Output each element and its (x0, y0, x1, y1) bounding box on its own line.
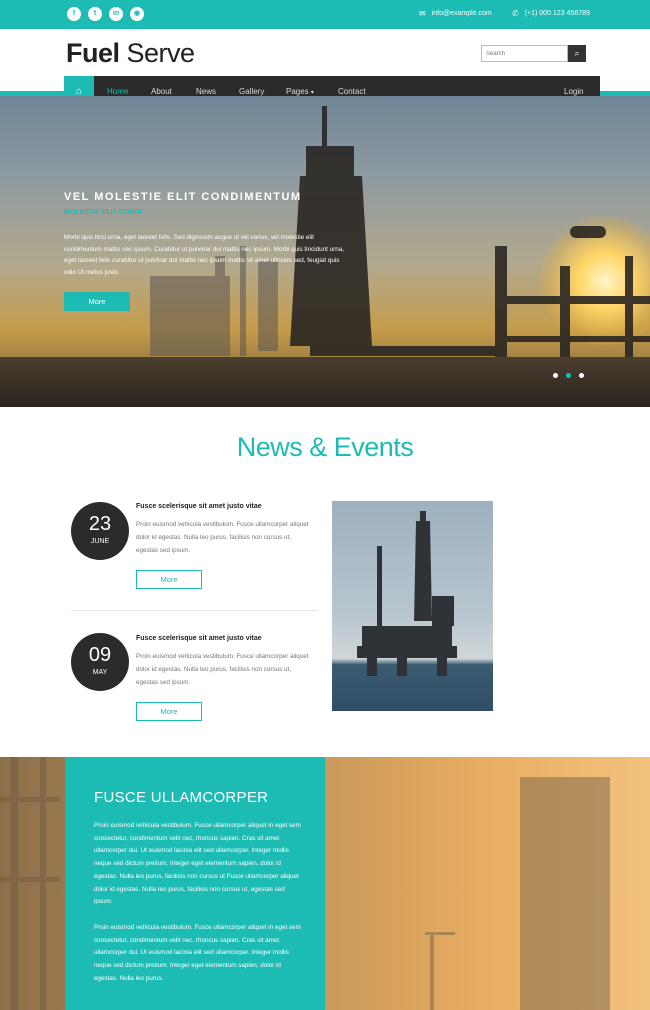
logo-bold: Fuel (66, 38, 120, 68)
login-link[interactable]: Login (564, 87, 584, 96)
top-bar: f t in ◉ ✉ info@example.com ✆ (+1) 000 1… (0, 0, 650, 29)
news-date-badge: 09 MAY (71, 633, 129, 691)
hero-subtitle: MOLESTIE ELIT CONDI (64, 209, 142, 216)
news-heading[interactable]: Fusce scelerisque sit amet justo vitae (136, 503, 262, 510)
news-section-title: News & Events (236, 432, 414, 462)
slider-dots (553, 373, 584, 378)
rss-icon[interactable]: ◉ (130, 7, 144, 21)
news-month: MAY (92, 669, 108, 676)
nav-item-gallery[interactable]: Gallery (239, 87, 264, 96)
email-contact[interactable]: ✉ info@example.com (419, 9, 492, 18)
phone-text: (+1) 000 123 456789 (524, 10, 590, 17)
nav-item-news[interactable]: News (196, 87, 216, 96)
linkedin-icon[interactable]: in (109, 7, 123, 21)
news-day: 09 (88, 644, 112, 666)
nav-item-pages[interactable]: Pages ▾ (286, 87, 314, 96)
news-month: JUNE (90, 538, 110, 545)
nav-item-home[interactable]: Home (107, 87, 128, 96)
news-day: 23 (88, 513, 112, 535)
logo-light: Serve (126, 38, 196, 68)
search-box: ⌕ (481, 45, 586, 62)
news-body: Proin euismod vehicula vestibulum. Fusce… (136, 653, 309, 686)
slider-dot[interactable] (579, 373, 584, 378)
slider-dot[interactable] (553, 373, 558, 378)
search-icon: ⌕ (574, 48, 580, 58)
nav-item-contact[interactable]: Contact (338, 87, 366, 96)
hero-slider: VEL MOLESTIE ELIT CONDIMENTUM MOLESTIE E… (0, 96, 650, 407)
oil-rig-drawing (357, 511, 457, 676)
envelope-icon: ✉ (419, 9, 426, 18)
facebook-icon[interactable]: f (67, 7, 81, 21)
news-more-button[interactable]: More (136, 570, 202, 589)
news-heading[interactable]: Fusce scelerisque sit amet justo vitae (136, 635, 262, 642)
feature-paragraph: Proin euismod vehicula vestibulum. Fusce… (94, 924, 301, 982)
feature-paragraph: Proin euismod vehicula vestibulum. Fusce… (94, 822, 301, 906)
search-input[interactable] (481, 45, 568, 62)
twitter-icon[interactable]: t (88, 7, 102, 21)
hero-title: VEL MOLESTIE ELIT CONDIMENTUM (64, 191, 302, 203)
hero-text: Morbi quis tinci urna, eget laoreet feli… (64, 234, 344, 276)
social-links: f t in ◉ (67, 7, 144, 21)
site-logo[interactable]: Fuel Serve (66, 38, 195, 69)
feature-panel: FUSCE ULLAMCORPER Proin euismod vehicula… (65, 757, 325, 1010)
hero-ground (0, 357, 650, 407)
phone-icon: ✆ (512, 9, 519, 18)
news-date-badge: 23 JUNE (71, 502, 129, 560)
nav-item-pages-label: Pages (286, 87, 309, 96)
phone-contact: ✆ (+1) 000 123 456789 (512, 9, 590, 18)
search-button[interactable]: ⌕ (568, 45, 586, 62)
email-text: info@example.com (431, 10, 492, 17)
slider-dot-active[interactable] (566, 373, 571, 378)
nav-item-about[interactable]: About (151, 87, 172, 96)
news-body: Proin euismod vehicula vestibulum. Fusce… (136, 521, 309, 554)
news-more-button[interactable]: More (136, 702, 202, 721)
oil-rig-image (332, 501, 493, 711)
news-divider (71, 610, 317, 611)
hero-more-button[interactable]: More (64, 292, 130, 311)
feature-title: FUSCE ULLAMCORPER (94, 789, 269, 806)
